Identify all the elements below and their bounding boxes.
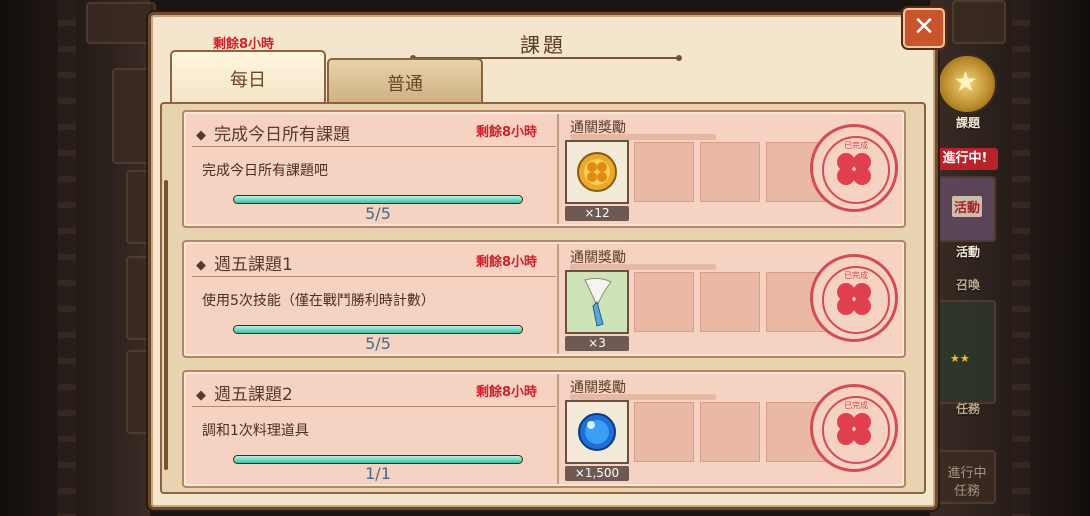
quest-description: 調和1次料理道具 [202,423,309,439]
ornament-left [58,0,76,516]
quest-medal-icon[interactable] [937,54,997,114]
quest-card: 完成今日所有課題 剩餘8小時 完成今日所有課題吧 5/5 通關獎勵 ×12 已完… [182,110,906,228]
ornament-right [1012,0,1030,516]
stamp-ring: 已完成 [822,266,890,334]
quest-card: 週五課題2 剩餘8小時 調和1次料理道具 1/1 通關獎勵 ×1,500 已完成 [182,370,906,488]
reward-divider [557,114,559,224]
side-task-label: 任務 [955,402,980,416]
quest-divider-line [192,146,556,147]
empty-reward-slot [700,402,760,462]
progress-bar [234,456,522,463]
empty-reward-slot [700,142,760,202]
stamp-ring: 已完成 [822,396,890,464]
reward-quantity: ×3 [565,336,629,351]
reward-quantity: ×12 [565,206,629,221]
quest-divider-line [192,406,556,407]
side-event-label: 活動 [955,245,980,259]
close-button[interactable]: ✕ [903,8,945,48]
reward-item-slot[interactable] [565,400,629,464]
bottom-in-progress-label: 進行中 [947,466,987,481]
quest-name: 完成今日所有課題 [196,120,350,145]
tab-daily-label: 每日 [230,70,266,91]
empty-reward-slot [700,272,760,332]
quest-description: 使用5次技能（僅在戰鬥勝利時計數） [202,293,435,309]
progress-fill [234,326,522,333]
progress-text: 5/5 [365,204,391,223]
reward-item-slot[interactable] [565,140,629,204]
reward-quantity: ×1,500 [565,466,629,481]
progress-fill [234,456,522,463]
progress-text: 5/5 [365,334,391,353]
side-quests-label: 課題 [955,116,980,130]
quest-time-left: 剩餘8小時 [476,255,538,270]
progress-text: 1/1 [365,464,391,483]
progress-fill [234,196,522,203]
feather-key-icon [584,277,612,327]
empty-reward-slot [634,402,694,462]
quest-time-left: 剩餘8小時 [476,125,538,140]
back-button-bg[interactable] [86,2,156,44]
quest-card: 週五課題1 剩餘8小時 使用5次技能（僅在戰鬥勝利時計數） 5/5 通關獎勵 ★… [182,240,970,365]
progress-bar [234,326,522,333]
scrollbar[interactable] [164,180,168,470]
quest-divider-line [192,276,556,277]
in-progress-badge: 進行中! [932,148,998,170]
quest-name: 週五課題1 [196,250,293,275]
event-icon: 活動 [952,196,983,217]
reward-divider [557,374,559,484]
quest-time-left: 剩餘8小時 [476,385,538,400]
event-button[interactable]: 活動 [938,176,996,242]
empty-reward-slot [634,272,694,332]
blue-orb-icon [578,413,616,451]
completed-stamp: 已完成 [810,254,898,342]
quest-description: 完成今日所有課題吧 [202,163,328,179]
empty-reward-slot [634,142,694,202]
rarity-stars: ★★ [950,352,970,365]
clover-icon [837,413,871,445]
reward-divider [557,244,559,354]
completed-stamp: 已完成 [810,124,898,212]
completed-stamp: 已完成 [810,384,898,472]
tab-normal[interactable]: 普通 [327,58,483,102]
bottom-task-button[interactable]: 進行中 任務 [938,450,996,504]
progress-bar [234,196,522,203]
quest-name: 週五課題2 [196,380,293,405]
reward-item-slot[interactable]: ★★ [565,270,970,365]
tab-normal-label: 普通 [387,74,423,95]
gold-coin-icon [577,152,617,192]
clover-icon [837,153,871,185]
clover-icon [837,283,871,315]
bottom-task-label: 任務 [953,484,980,499]
menu-button-bg[interactable] [952,0,1006,44]
tab-daily[interactable]: 每日 [170,50,326,108]
side-summon-label: 召喚 [955,278,980,292]
stamp-ring: 已完成 [822,136,890,204]
